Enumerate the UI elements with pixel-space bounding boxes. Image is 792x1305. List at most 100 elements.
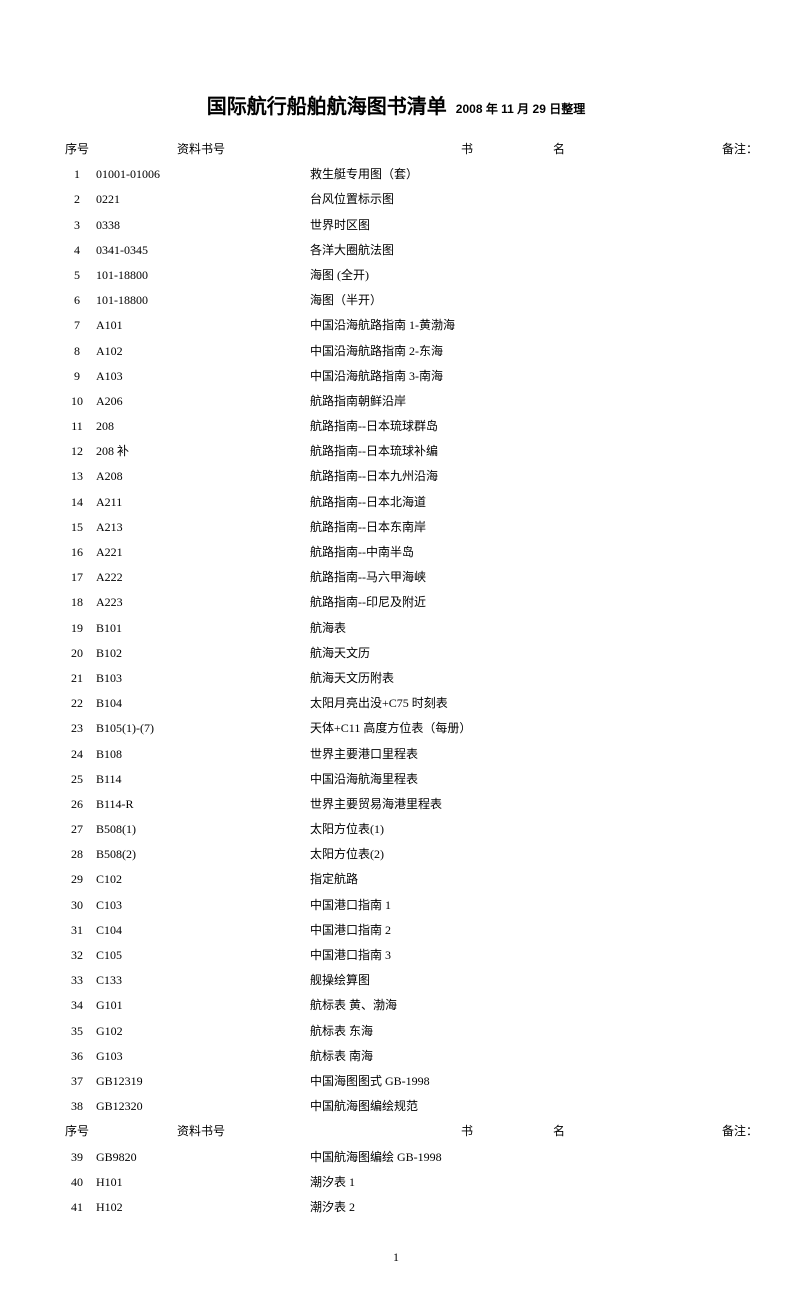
cell-seq: 7 <box>60 313 94 338</box>
cell-code: 208 <box>94 414 308 439</box>
cell-seq: 10 <box>60 389 94 414</box>
cell-name: 海图 (全开) <box>308 263 720 288</box>
cell-name: 中国海图图式 GB-1998 <box>308 1069 720 1094</box>
cell-note <box>720 943 792 968</box>
table-row: 40341-0345各洋大圈航法图 <box>60 238 792 263</box>
cell-note <box>720 1145 792 1170</box>
cell-seq: 32 <box>60 943 94 968</box>
cell-code: A103 <box>94 364 308 389</box>
table-row: 16A221航路指南--中南半岛 <box>60 540 792 565</box>
cell-name: 航海天文历附表 <box>308 666 720 691</box>
cell-code: A101 <box>94 313 308 338</box>
cell-name: 中国沿海航海里程表 <box>308 767 720 792</box>
cell-note <box>720 993 792 1018</box>
cell-note <box>720 867 792 892</box>
table-row: 9A103中国沿海航路指南 3-南海 <box>60 364 792 389</box>
cell-name: 中国沿海航路指南 3-南海 <box>308 364 720 389</box>
cell-note <box>720 968 792 993</box>
cell-code: H101 <box>94 1170 308 1195</box>
table-row: 23B105(1)-(7)天体+C11 高度方位表（每册） <box>60 716 792 741</box>
cell-note <box>720 767 792 792</box>
cell-note <box>720 817 792 842</box>
cell-note <box>720 515 792 540</box>
table-row: 21B103航海天文历附表 <box>60 666 792 691</box>
cell-note <box>720 540 792 565</box>
cell-seq: 13 <box>60 464 94 489</box>
cell-seq: 35 <box>60 1019 94 1044</box>
page-number: 1 <box>60 1250 732 1265</box>
cell-seq: 20 <box>60 641 94 666</box>
cell-seq: 25 <box>60 767 94 792</box>
table-row: 6101-18800海图（半开） <box>60 288 792 313</box>
cell-name: 航海天文历 <box>308 641 720 666</box>
cell-seq: 3 <box>60 213 94 238</box>
table-row: 8A102中国沿海航路指南 2-东海 <box>60 339 792 364</box>
cell-note <box>720 1195 792 1220</box>
cell-note <box>720 313 792 338</box>
cell-name: 天体+C11 高度方位表（每册） <box>308 716 720 741</box>
cell-code: C104 <box>94 918 308 943</box>
cell-note <box>720 288 792 313</box>
cell-seq: 24 <box>60 742 94 767</box>
cell-name: 中国港口指南 3 <box>308 943 720 968</box>
cell-code: H102 <box>94 1195 308 1220</box>
header-name: 书名 <box>308 137 720 162</box>
cell-code: B101 <box>94 616 308 641</box>
cell-note <box>720 187 792 212</box>
cell-code: GB9820 <box>94 1145 308 1170</box>
cell-note <box>720 666 792 691</box>
cell-name: 航路指南--印尼及附近 <box>308 590 720 615</box>
cell-note <box>720 590 792 615</box>
book-list-table: 序号资料书号书名备注：101001-01006救生艇专用图（套）20221台风位… <box>60 137 792 1220</box>
cell-name: 航路指南--日本琉球补编 <box>308 439 720 464</box>
cell-name: 中国沿海航路指南 1-黄渤海 <box>308 313 720 338</box>
cell-code: B102 <box>94 641 308 666</box>
cell-note <box>720 238 792 263</box>
cell-note <box>720 716 792 741</box>
cell-seq: 34 <box>60 993 94 1018</box>
cell-seq: 41 <box>60 1195 94 1220</box>
table-row: 18A223航路指南--印尼及附近 <box>60 590 792 615</box>
cell-seq: 11 <box>60 414 94 439</box>
cell-seq: 4 <box>60 238 94 263</box>
cell-note <box>720 1019 792 1044</box>
cell-name: 太阳方位表(2) <box>308 842 720 867</box>
cell-note <box>720 490 792 515</box>
cell-seq: 6 <box>60 288 94 313</box>
cell-seq: 17 <box>60 565 94 590</box>
cell-seq: 14 <box>60 490 94 515</box>
cell-seq: 19 <box>60 616 94 641</box>
table-row: 36G103航标表 南海 <box>60 1044 792 1069</box>
cell-code: 01001-01006 <box>94 162 308 187</box>
cell-code: B105(1)-(7) <box>94 716 308 741</box>
cell-name: 太阳方位表(1) <box>308 817 720 842</box>
cell-name: 救生艇专用图（套） <box>308 162 720 187</box>
cell-seq: 37 <box>60 1069 94 1094</box>
cell-note <box>720 893 792 918</box>
cell-note <box>720 1170 792 1195</box>
cell-seq: 30 <box>60 893 94 918</box>
cell-note <box>720 616 792 641</box>
table-row: 101001-01006救生艇专用图（套） <box>60 162 792 187</box>
cell-name: 海图（半开） <box>308 288 720 313</box>
cell-code: A102 <box>94 339 308 364</box>
cell-code: 0341-0345 <box>94 238 308 263</box>
cell-seq: 28 <box>60 842 94 867</box>
table-row: 17A222航路指南--马六甲海峡 <box>60 565 792 590</box>
table-row: 26B114-R世界主要贸易海港里程表 <box>60 792 792 817</box>
cell-code: G102 <box>94 1019 308 1044</box>
header-code: 资料书号 <box>94 1119 308 1144</box>
cell-code: C105 <box>94 943 308 968</box>
table-row: 25B114中国沿海航海里程表 <box>60 767 792 792</box>
cell-name: 航路指南--日本九州沿海 <box>308 464 720 489</box>
table-row: 7A101中国沿海航路指南 1-黄渤海 <box>60 313 792 338</box>
table-row: 37GB12319中国海图图式 GB-1998 <box>60 1069 792 1094</box>
cell-name: 潮汐表 1 <box>308 1170 720 1195</box>
cell-seq: 36 <box>60 1044 94 1069</box>
cell-seq: 33 <box>60 968 94 993</box>
table-row: 11208航路指南--日本琉球群岛 <box>60 414 792 439</box>
table-row: 30C103中国港口指南 1 <box>60 893 792 918</box>
cell-code: 101-18800 <box>94 288 308 313</box>
header-note: 备注： <box>720 1119 792 1144</box>
cell-seq: 16 <box>60 540 94 565</box>
